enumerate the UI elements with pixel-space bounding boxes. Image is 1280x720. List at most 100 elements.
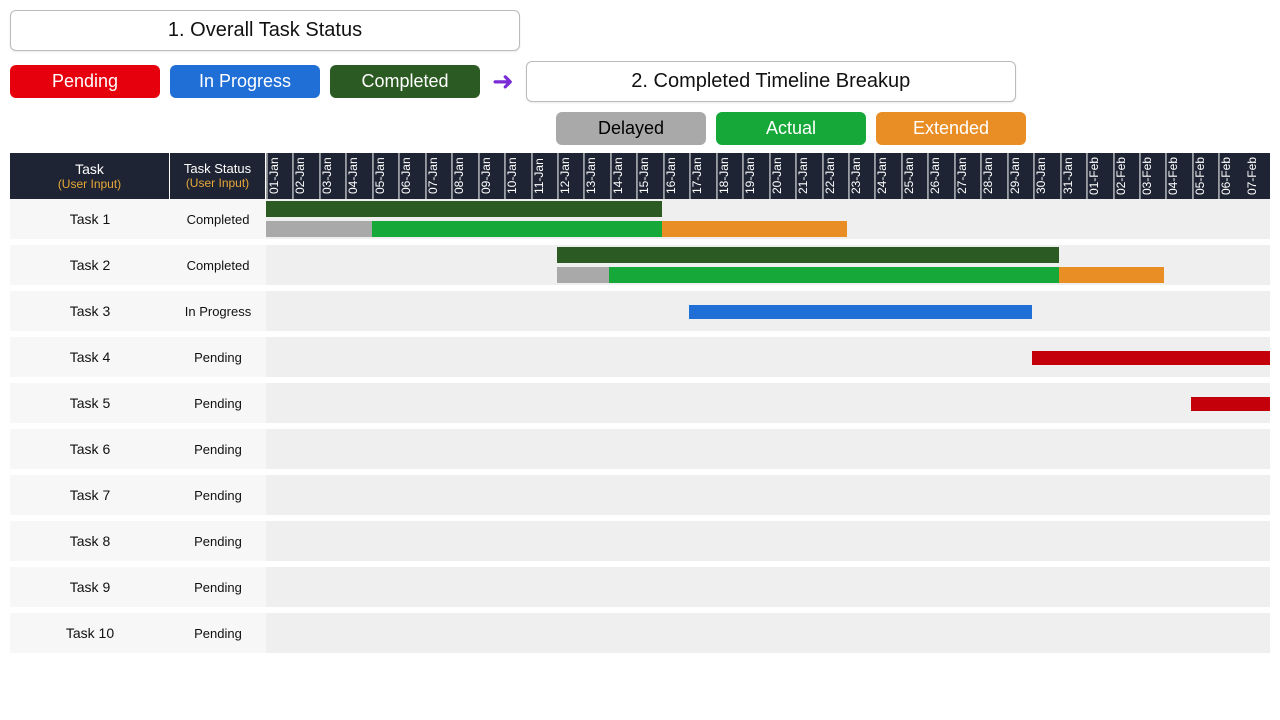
date-col: 20-Jan — [769, 153, 795, 199]
bars-area — [266, 429, 1270, 469]
bar-extended — [662, 221, 847, 237]
date-col: 31-Jan — [1060, 153, 1086, 199]
task-status: Pending — [170, 383, 266, 423]
date-col: 04-Jan — [345, 153, 371, 199]
date-col: 25-Jan — [901, 153, 927, 199]
table-row: Task 7Pending — [10, 475, 1270, 521]
date-col: 13-Jan — [583, 153, 609, 199]
task-name: Task 1 — [10, 199, 170, 239]
table-row: Task 1Completed — [10, 199, 1270, 245]
table-row: Task 6Pending — [10, 429, 1270, 475]
gantt-chart: Task (User Input) Task Status (User Inpu… — [10, 153, 1270, 659]
bars-area — [266, 245, 1270, 285]
bars-area — [266, 567, 1270, 607]
task-name: Task 2 — [10, 245, 170, 285]
date-col: 09-Jan — [478, 153, 504, 199]
task-name: Task 9 — [10, 567, 170, 607]
gantt-header: Task (User Input) Task Status (User Inpu… — [10, 153, 1270, 199]
date-col: 07-Jan — [425, 153, 451, 199]
date-col: 08-Jan — [451, 153, 477, 199]
bars-area — [266, 337, 1270, 377]
date-col: 06-Jan — [398, 153, 424, 199]
date-col: 30-Jan — [1033, 153, 1059, 199]
date-col: 22-Jan — [822, 153, 848, 199]
task-status: Pending — [170, 613, 266, 653]
date-col: 01-Feb — [1086, 153, 1112, 199]
bars-area — [266, 291, 1270, 331]
date-col: 24-Jan — [874, 153, 900, 199]
bar-plan — [557, 247, 1059, 263]
date-col: 05-Feb — [1192, 153, 1218, 199]
date-col: 21-Jan — [795, 153, 821, 199]
table-row: Task 5Pending — [10, 383, 1270, 429]
date-col: 12-Jan — [557, 153, 583, 199]
date-col: 07-Feb — [1245, 153, 1270, 199]
table-row: Task 8Pending — [10, 521, 1270, 567]
bars-area — [266, 521, 1270, 561]
task-name: Task 5 — [10, 383, 170, 423]
task-status: Completed — [170, 199, 266, 239]
date-col: 02-Feb — [1113, 153, 1139, 199]
date-col: 19-Jan — [742, 153, 768, 199]
bar-pending — [1191, 397, 1270, 411]
legend-in-progress[interactable]: In Progress — [170, 65, 320, 98]
date-col: 03-Feb — [1139, 153, 1165, 199]
col-task-label: Task — [14, 161, 165, 177]
task-status: In Progress — [170, 291, 266, 331]
task-status: Pending — [170, 337, 266, 377]
date-col: 14-Jan — [610, 153, 636, 199]
task-name: Task 3 — [10, 291, 170, 331]
date-col: 01-Jan — [266, 153, 292, 199]
bar-inprogress — [689, 305, 1032, 319]
task-name: Task 10 — [10, 613, 170, 653]
legend-pending[interactable]: Pending — [10, 65, 160, 98]
date-col: 03-Jan — [319, 153, 345, 199]
legend-actual[interactable]: Actual — [716, 112, 866, 145]
date-header: 01-Jan02-Jan03-Jan04-Jan05-Jan06-Jan07-J… — [266, 153, 1270, 199]
date-col: 28-Jan — [980, 153, 1006, 199]
task-name: Task 6 — [10, 429, 170, 469]
legend-extended[interactable]: Extended — [876, 112, 1026, 145]
date-col: 05-Jan — [372, 153, 398, 199]
date-col: 06-Feb — [1218, 153, 1244, 199]
table-row: Task 3In Progress — [10, 291, 1270, 337]
bar-pending — [1032, 351, 1270, 365]
legend-delayed[interactable]: Delayed — [556, 112, 706, 145]
task-name: Task 4 — [10, 337, 170, 377]
bars-area — [266, 475, 1270, 515]
date-col: 27-Jan — [954, 153, 980, 199]
date-col: 26-Jan — [927, 153, 953, 199]
date-col: 15-Jan — [636, 153, 662, 199]
bar-plan — [266, 201, 662, 217]
gantt-body: Task 1CompletedTask 2CompletedTask 3In P… — [10, 199, 1270, 659]
bar-extended — [1059, 267, 1165, 283]
date-col: 10-Jan — [504, 153, 530, 199]
date-col: 18-Jan — [716, 153, 742, 199]
bars-area — [266, 383, 1270, 423]
col-status: Task Status (User Input) — [170, 153, 266, 199]
table-row: Task 9Pending — [10, 567, 1270, 613]
task-name: Task 7 — [10, 475, 170, 515]
table-row: Task 2Completed — [10, 245, 1270, 291]
bars-area — [266, 199, 1270, 239]
date-col: 29-Jan — [1007, 153, 1033, 199]
date-col: 04-Feb — [1165, 153, 1191, 199]
task-status: Pending — [170, 475, 266, 515]
col-task-sub: (User Input) — [14, 177, 165, 191]
legend-completed[interactable]: Completed — [330, 65, 480, 98]
bar-delayed — [557, 267, 610, 283]
bar-actual — [609, 267, 1058, 283]
table-row: Task 4Pending — [10, 337, 1270, 383]
task-status: Pending — [170, 567, 266, 607]
col-status-label: Task Status — [172, 161, 263, 176]
bar-delayed — [266, 221, 372, 237]
bar-actual — [372, 221, 663, 237]
task-status: Pending — [170, 429, 266, 469]
bars-area — [266, 613, 1270, 653]
task-status: Completed — [170, 245, 266, 285]
task-status: Pending — [170, 521, 266, 561]
date-col: 23-Jan — [848, 153, 874, 199]
timeline-breakup-title: 2. Completed Timeline Breakup — [526, 61, 1016, 102]
col-task: Task (User Input) — [10, 153, 170, 199]
col-status-sub: (User Input) — [172, 176, 263, 190]
